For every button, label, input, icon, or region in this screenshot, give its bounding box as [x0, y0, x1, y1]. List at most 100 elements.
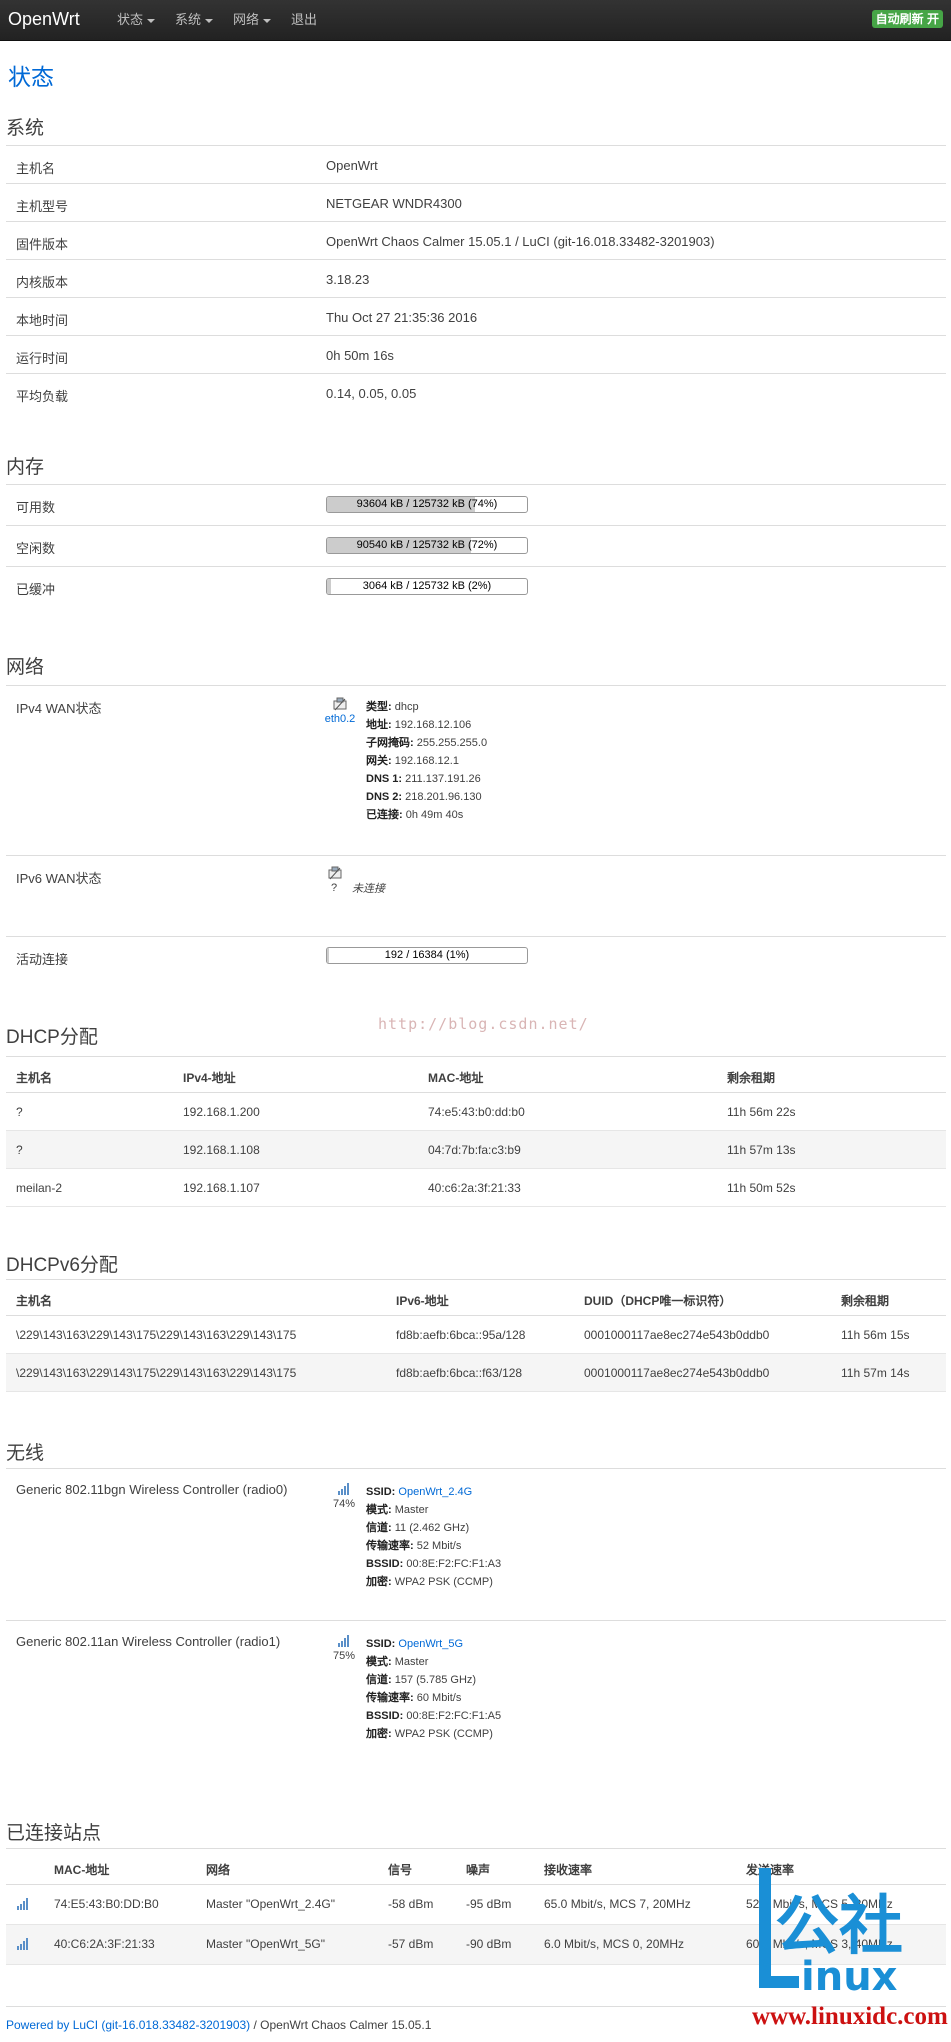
memory-label: 已缓冲	[16, 582, 56, 597]
page-title: 状态	[8, 64, 54, 90]
section-title-network: 网络	[6, 657, 45, 678]
nav-status-label: 状态	[117, 12, 144, 27]
table-row: ? 192.168.1.200 74:e5:43:b0:dd:b0 11h 56m 2…	[6, 1093, 946, 1131]
nav-logout[interactable]: 退出	[291, 0, 317, 40]
ipv6-status: 未连接	[352, 883, 385, 895]
detail-value: dhcp	[394, 701, 419, 713]
system-row: 固件版本 OpenWrt Chaos Calmer 15.05.1 / LuCI …	[6, 221, 946, 259]
table-cell: 0001000117ae8ec274e543b0ddb0	[584, 1328, 770, 1342]
system-label: 主机名	[16, 161, 56, 176]
nav-system-label: 系统	[175, 12, 202, 27]
table-cell: 40:c6:2a:3f:21:33	[428, 1181, 521, 1195]
active-connections-label: 活动连接	[16, 952, 69, 967]
chevron-down-icon	[147, 19, 156, 23]
radio-signal[interactable]: 74%	[328, 1482, 360, 1510]
detail-value: 211.137.191.26	[405, 773, 481, 785]
table-cell: \229\143\163\229\143\175\229\143\163\229…	[16, 1366, 297, 1380]
memory-label: 空闲数	[16, 541, 56, 556]
nav-logout-label: 退出	[291, 12, 318, 27]
ipv4-wan-label: IPv4 WAN状态	[16, 701, 102, 716]
column-header: 主机名	[16, 1294, 53, 1308]
station-signal	[16, 1897, 30, 1914]
table-cell: 11h 56m 15s	[841, 1328, 910, 1342]
chevron-down-icon	[205, 19, 214, 23]
nav-status[interactable]: 状态	[117, 0, 156, 40]
nav-system[interactable]: 系统	[175, 0, 214, 40]
system-label: 固件版本	[16, 237, 69, 252]
logo-url: www.linuxidc.com	[752, 2003, 948, 2030]
column-header: MAC-地址	[54, 1863, 110, 1877]
radio-detail-line: 信道: 11 (2.462 GHz)	[366, 1519, 501, 1537]
ssid-link[interactable]: OpenWrt_2.4G	[398, 1486, 472, 1498]
table-cell: fd8b:aefb:6bca::95a/128	[396, 1328, 526, 1342]
signal-percent: 75%	[332, 1650, 356, 1662]
detail-value: 00:8E:F2:FC:F1:A5	[406, 1710, 502, 1722]
memory-progress-bar: 93604 kB / 125732 kB (74%)	[326, 496, 528, 513]
top-navbar: OpenWrt 状态 系统 网络 退出 自动刷新 开	[0, 0, 951, 41]
divider	[6, 1620, 946, 1621]
divider	[6, 855, 946, 856]
detail-key: 信道:	[366, 1674, 392, 1686]
table-cell: 6.0 Mbit/s, MCS 0, 20MHz	[544, 1937, 685, 1951]
footer: Powered by LuCI (git-16.018.33482-320190…	[6, 2018, 431, 2032]
system-row: 内核版本 3.18.23	[6, 259, 946, 297]
progress-text: 192 / 16384 (1%)	[384, 949, 470, 961]
memory-progress-bar: 3064 kB / 125732 kB (2%)	[326, 578, 528, 595]
network-link[interactable]: Master "OpenWrt_2.4G"	[206, 1897, 335, 1911]
active-connections-bar: 192 / 16384 (1%)	[326, 947, 528, 964]
system-value: 0.14, 0.05, 0.05	[326, 386, 417, 401]
ipv4-detail-line: 类型: dhcp	[366, 698, 487, 716]
detail-key: 已连接:	[366, 809, 403, 821]
system-row: 主机型号 NETGEAR WNDR4300	[6, 183, 946, 221]
system-label: 本地时间	[16, 313, 69, 328]
detail-value: WPA2 PSK (CCMP)	[394, 1728, 493, 1740]
radio-detail-line: 传输速率: 52 Mbit/s	[366, 1537, 501, 1555]
table-cell: 40:C6:2A:3F:21:33	[54, 1937, 155, 1951]
table-cell: 11h 50m 52s	[727, 1181, 796, 1195]
radio-detail-line: BSSID: 00:8E:F2:FC:F1:A5	[366, 1707, 501, 1725]
detail-value: 218.201.96.130	[405, 791, 482, 803]
system-value: Thu Oct 27 21:35:36 2016	[326, 310, 478, 325]
detail-value: 0h 49m 40s	[405, 809, 464, 821]
ipv4-detail-line: 已连接: 0h 49m 40s	[366, 806, 487, 824]
nav-network-label: 网络	[233, 12, 260, 27]
table-header: 主机名 IPv4-地址 MAC-地址 剩余租期	[6, 1056, 946, 1093]
system-row: 平均负载 0.14, 0.05, 0.05	[6, 373, 946, 411]
table-cell: 65.0 Mbit/s, MCS 7, 20MHz	[544, 1897, 691, 1911]
radio-signal[interactable]: 75%	[328, 1634, 360, 1662]
system-label: 运行时间	[16, 351, 69, 366]
divider	[6, 1468, 946, 1469]
signal-icon	[338, 1483, 349, 1495]
ssid-link[interactable]: OpenWrt_5G	[398, 1638, 463, 1650]
detail-value: 255.255.255.0	[416, 737, 488, 749]
signal-percent: 74%	[332, 1498, 356, 1510]
detail-value: 192.168.12.1	[394, 755, 459, 767]
memory-progress-bar: 90540 kB / 125732 kB (72%)	[326, 537, 528, 554]
section-title-system: 系统	[6, 118, 45, 139]
watermark: http://blog.csdn.net/	[378, 1015, 589, 1033]
system-label: 平均负载	[16, 389, 69, 404]
brand-logo[interactable]: OpenWrt	[8, 0, 80, 38]
auto-refresh-toggle[interactable]: 自动刷新 开	[871, 10, 943, 28]
system-label: 主机型号	[16, 199, 69, 214]
system-value: 3.18.23	[326, 272, 370, 287]
detail-value: WPA2 PSK (CCMP)	[394, 1576, 493, 1588]
ipv6-iface[interactable]: ?	[328, 866, 342, 894]
section-title-wireless: 无线	[6, 1443, 45, 1464]
table-cell: 74:E5:43:B0:DD:B0	[54, 1897, 159, 1911]
detail-key: 信道:	[366, 1522, 392, 1534]
table-cell: -58 dBm	[388, 1897, 434, 1911]
column-header: 剩余租期	[727, 1071, 776, 1085]
detail-value: 52 Mbit/s	[416, 1540, 462, 1552]
signal-icon	[338, 1635, 349, 1647]
table-row: \229\143\163\229\143\175\229\143\163\229…	[6, 1316, 946, 1354]
ipv4-iface[interactable]: eth0.2	[320, 697, 360, 725]
column-header: IPv6-地址	[396, 1294, 449, 1308]
table-cell: 192.168.1.108	[183, 1143, 260, 1157]
network-link[interactable]: Master "OpenWrt_5G"	[206, 1937, 325, 1951]
detail-value: Master	[394, 1656, 429, 1668]
ipv4-detail-line: DNS 2: 218.201.96.130	[366, 788, 487, 806]
chevron-down-icon	[263, 19, 272, 23]
nav-network[interactable]: 网络	[233, 0, 272, 40]
luci-link[interactable]: Powered by LuCI (git-16.018.33482-320190…	[6, 2018, 250, 2032]
